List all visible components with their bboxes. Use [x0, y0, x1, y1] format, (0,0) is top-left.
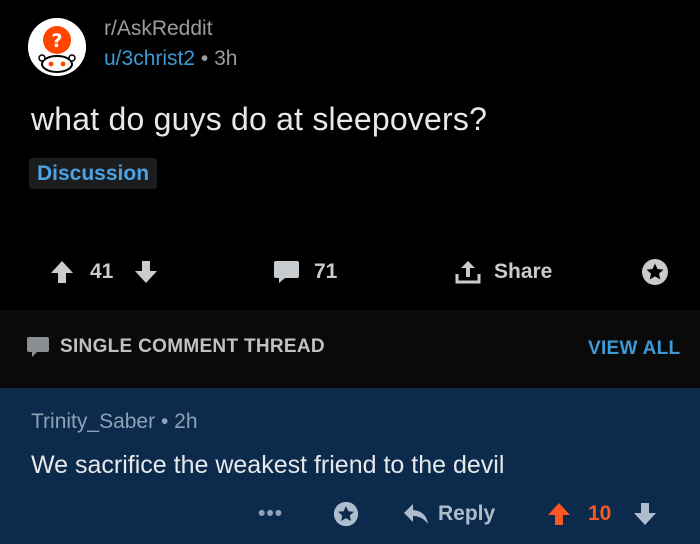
downvote-button[interactable] [133, 252, 159, 292]
award-star-icon [642, 259, 668, 285]
comment-card: Trinity_Saber • 2h We sacrifice the weak… [0, 388, 700, 544]
post-action-bar: 41 71 Share [0, 252, 700, 292]
reply-label: Reply [438, 502, 496, 525]
subreddit-link[interactable]: r/AskReddit [104, 17, 213, 41]
post-title[interactable]: what do guys do at sleepovers? [31, 101, 487, 138]
share-label: Share [494, 260, 553, 283]
view-all-link[interactable]: VIEW ALL [588, 338, 680, 360]
comment-author[interactable]: Trinity_Saber [31, 410, 155, 433]
comment-action-bar: ••• Reply 10 [0, 494, 700, 534]
post-meta: u/3christ2 • 3h [104, 47, 237, 71]
award-star-icon [333, 501, 359, 527]
comment-vote-count: 10 [588, 502, 612, 525]
share-button[interactable]: Share [454, 252, 552, 292]
comment-meta-separator: • [160, 410, 169, 433]
comment-age: 2h [174, 410, 198, 433]
comment-award-button[interactable] [332, 494, 360, 534]
arrow-down-icon [135, 261, 157, 283]
thread-label-text: SINGLE COMMENT THREAD [60, 336, 325, 357]
snoo-question-avatar-icon[interactable]: ? [28, 18, 86, 76]
comment-upvote-button[interactable] [546, 494, 572, 534]
vote-count: 41 [90, 260, 114, 283]
svg-text:?: ? [51, 30, 62, 52]
reply-button[interactable]: Reply [403, 494, 495, 534]
arrow-up-icon [548, 503, 570, 525]
post-card: ? r/AskReddit u/3christ2 • 3h what do gu… [0, 0, 700, 310]
speech-bubble-icon [274, 261, 299, 283]
award-button[interactable] [640, 252, 670, 292]
upvote-button[interactable] [49, 252, 75, 292]
arrow-up-icon [51, 261, 73, 283]
flair-badge[interactable]: Discussion [29, 158, 158, 189]
comment-count: 71 [314, 260, 338, 283]
comments-button[interactable]: 71 [273, 252, 337, 292]
single-thread-bar: SINGLE COMMENT THREAD VIEW ALL [0, 310, 700, 388]
thread-label: SINGLE COMMENT THREAD [26, 335, 325, 359]
share-upload-icon [455, 261, 481, 284]
arrow-down-icon [634, 503, 656, 525]
comment-downvote-button[interactable] [632, 494, 658, 534]
comment-body: We sacrifice the weakest friend to the d… [31, 451, 505, 479]
more-options-button[interactable]: ••• [258, 494, 283, 534]
post-age: 3h [214, 47, 238, 70]
author-link[interactable]: u/3christ2 [104, 47, 195, 70]
speech-bubble-icon [27, 337, 49, 357]
meta-separator: • [200, 47, 209, 70]
comment-meta: Trinity_Saber • 2h [31, 410, 198, 434]
reply-arrow-icon [404, 504, 428, 524]
